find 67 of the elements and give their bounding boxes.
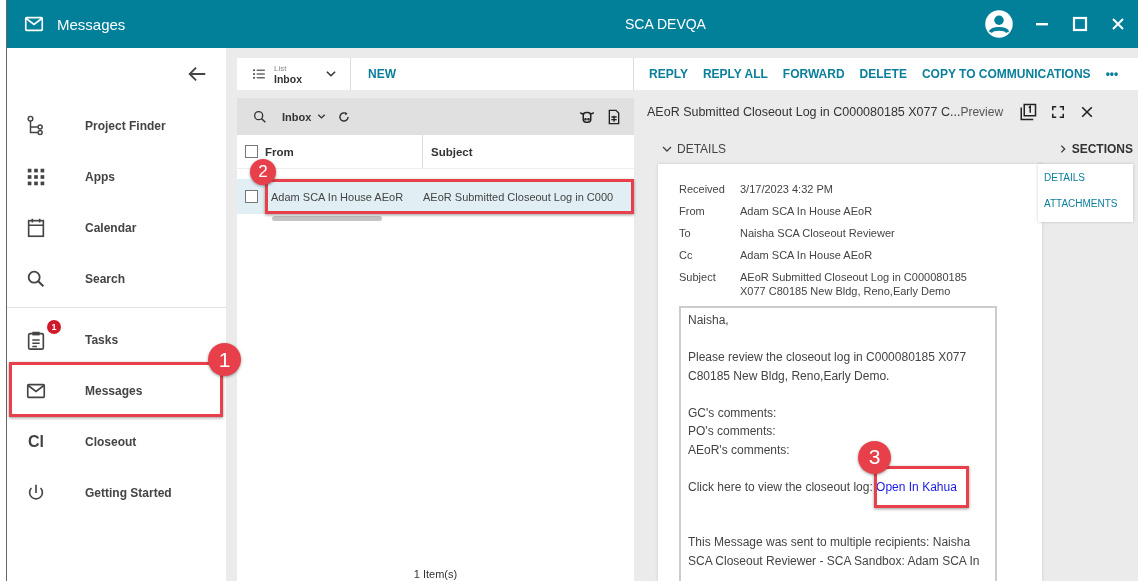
sidebar-link[interactable]: Messages xyxy=(85,383,143,398)
section-link[interactable]: DETAILS xyxy=(1044,170,1127,196)
environment-name: SCA DEVQA xyxy=(624,16,707,32)
sidebar-link[interactable]: Calendar xyxy=(85,220,137,235)
body-text: GC's comments: xyxy=(688,404,777,422)
list-icon xyxy=(252,67,266,81)
sidebar-link[interactable]: Apps xyxy=(85,169,115,184)
field-value: Naisha SCA Closeout Reviewer xyxy=(740,226,896,240)
view-selector[interactable]: List Inbox xyxy=(237,58,351,90)
field-label: Received xyxy=(679,182,726,196)
closeout-icon: Cl xyxy=(28,432,44,451)
action-button[interactable]: DELETE xyxy=(859,67,907,81)
link[interactable]: Open In Kahua xyxy=(876,479,957,494)
action-button[interactable]: REPLY ALL xyxy=(702,67,768,81)
sidebar-link[interactable]: Search xyxy=(85,271,126,286)
step-badge: 3 xyxy=(858,440,892,474)
section-link[interactable]: ATTACHMENTS xyxy=(1044,196,1127,222)
field-value: 3/17/2023 4:32 PM xyxy=(740,182,834,196)
checkbox[interactable] xyxy=(244,145,258,158)
sidebar-link[interactable]: Project Finder xyxy=(85,118,166,133)
chevron-down-icon xyxy=(316,111,328,122)
field-label: Cc xyxy=(679,248,694,262)
checkbox[interactable] xyxy=(244,190,258,203)
window-title: Messages xyxy=(57,15,127,33)
body-text: PO's comments: xyxy=(688,423,776,440)
sections-toggle[interactable]: SECTIONS xyxy=(1042,134,1133,164)
folder-dropdown[interactable]: Inbox xyxy=(282,110,328,123)
item-count: 1 Item(s) xyxy=(412,568,459,581)
account-icon[interactable] xyxy=(984,9,1014,39)
sidebar-link[interactable]: Getting Started xyxy=(85,485,172,500)
sidebar-link[interactable]: Tasks xyxy=(85,332,119,347)
calendar-icon xyxy=(25,216,47,239)
preview-label: Preview xyxy=(960,104,1004,119)
search-icon[interactable] xyxy=(252,108,268,125)
field-value: Adam SCA In House AEoR xyxy=(740,204,874,218)
body-text: AEoR's comments: xyxy=(688,441,790,459)
new-button[interactable]: NEW xyxy=(368,67,396,81)
body-text: Naisha, xyxy=(688,312,729,329)
message-title: AEoR Submitted Closeout Log in C000080185 X077 C... xyxy=(647,104,961,119)
field-label: From xyxy=(679,204,706,218)
action-button[interactable]: FORWARD xyxy=(782,67,845,81)
expand-icon[interactable] xyxy=(1051,104,1066,119)
field-value: AEoR Submitted Closeout Log in C000080185 X077 C80185 New Bldg, Reno,Early Demo xyxy=(740,270,968,298)
body-text: This Message was sent to multiple recipients: Naisha SCA Closeout Reviewer - SCA Sandbox: Adam SCA In xyxy=(688,534,981,570)
field-label: To xyxy=(679,226,692,240)
view-label: List xyxy=(274,64,288,74)
table-cell-text: Adam SCA In House AEoR xyxy=(270,190,405,203)
action-button[interactable]: REPLY xyxy=(649,67,688,81)
action-button[interactable]: COPY TO COMMUNICATIONS xyxy=(921,67,1091,81)
scrollbar-thumb[interactable] xyxy=(272,216,382,221)
maximize-icon[interactable] xyxy=(1070,14,1090,34)
table-cell-text: AEoR Submitted Closeout Log in C000 xyxy=(422,190,614,203)
refresh-icon[interactable] xyxy=(337,109,352,124)
action-button[interactable]: ••• xyxy=(1105,67,1119,81)
copy-icon[interactable] xyxy=(1019,102,1038,121)
field-value: Adam SCA In House AEoR xyxy=(740,248,874,262)
folder-label: Inbox xyxy=(282,110,312,123)
spreadsheet-icon[interactable] xyxy=(606,108,622,125)
count-badge: 1 xyxy=(47,319,61,334)
details-toggle[interactable]: DETAILS xyxy=(634,134,1042,164)
view-value: Inbox xyxy=(274,74,302,84)
body-text: Click here to view the closeout log: xyxy=(688,479,874,494)
body-text: Please review the closeout log in C000080185 X077 C80185 New Bldg, Reno,Early Demo. xyxy=(688,349,968,385)
sidebar-link[interactable]: Closeout xyxy=(85,434,137,449)
column-header[interactable]: Subject xyxy=(423,145,473,158)
step-badge: 2 xyxy=(250,159,276,185)
field-label: Subject xyxy=(679,270,717,285)
